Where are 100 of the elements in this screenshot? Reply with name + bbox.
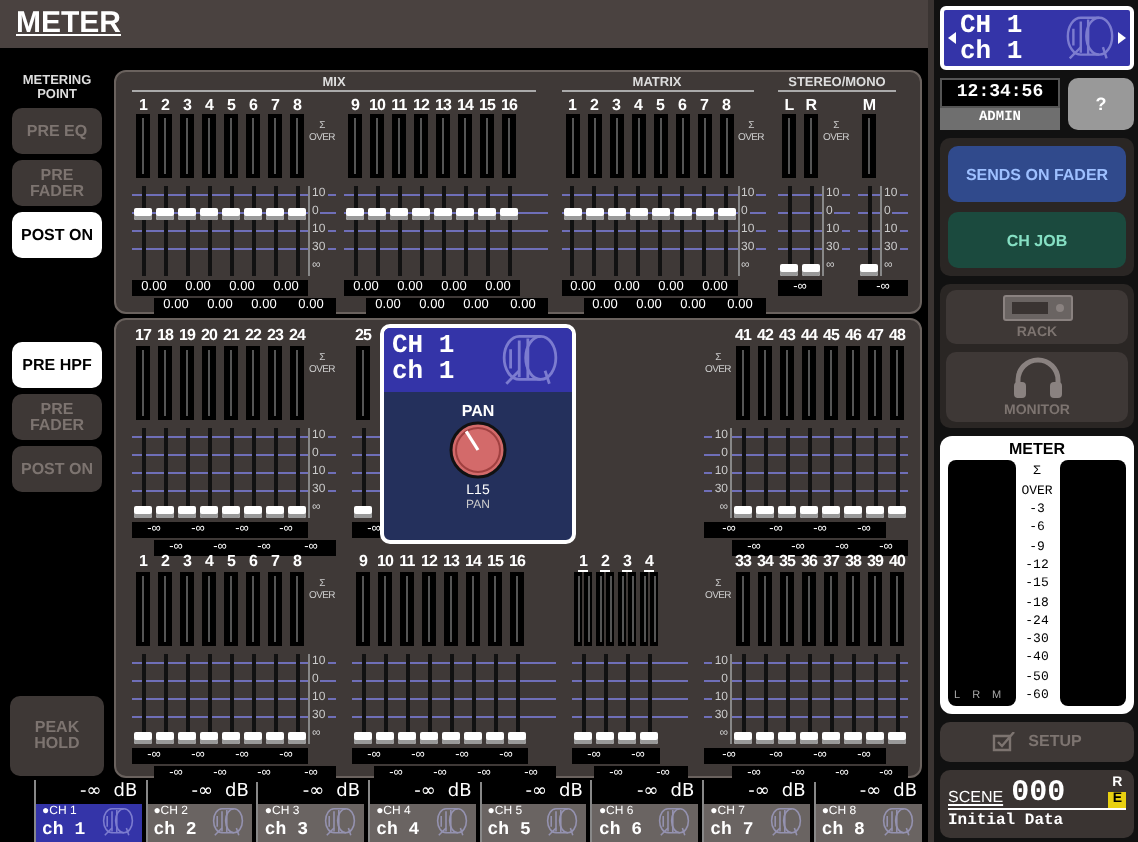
fader-knob[interactable]	[456, 207, 474, 220]
metering-point-button[interactable]: PRE HPF	[12, 342, 102, 388]
fader-knob[interactable]	[673, 207, 691, 220]
channel-number: 12	[412, 96, 430, 114]
channel-name: ch 1	[960, 38, 1023, 65]
unit-label: dB	[224, 780, 249, 805]
fader-knob[interactable]	[585, 207, 603, 220]
level-meter	[782, 114, 796, 178]
level-meter	[268, 346, 282, 420]
level-meter	[719, 114, 733, 178]
level-meter	[458, 114, 472, 178]
channel-name: ch 5	[487, 820, 531, 841]
channel-display[interactable]: CH 1 ch 1	[940, 6, 1134, 71]
drum-icon	[879, 806, 915, 839]
channel-number: 20	[200, 326, 218, 344]
level-meter	[846, 572, 860, 646]
level-meter	[802, 346, 816, 420]
level-meter	[824, 572, 838, 646]
drum-icon	[544, 806, 581, 839]
fader-knob[interactable]	[266, 207, 284, 220]
level-meter	[400, 572, 414, 646]
channel-number: 13	[442, 552, 460, 570]
level-reading: -∞	[191, 780, 213, 805]
pan-knob[interactable]	[448, 420, 508, 480]
fader-knob[interactable]	[607, 207, 625, 220]
fader-knob[interactable]	[695, 207, 713, 220]
channel-name: ch 7	[710, 820, 754, 841]
level-meter	[348, 114, 362, 178]
channel-number: 39	[866, 552, 884, 570]
channel-number: 14	[464, 552, 482, 570]
fader-knob[interactable]	[134, 207, 152, 220]
level-reading: -∞	[859, 780, 882, 805]
channel-number: 16	[500, 96, 518, 114]
level-reading: -∞	[636, 780, 659, 805]
channel-name: ch 1	[42, 820, 86, 841]
function-button[interactable]: CH JOB	[948, 212, 1126, 269]
level-meter	[246, 114, 260, 178]
previous-channel-icon[interactable]	[948, 32, 956, 45]
fader-knob[interactable]	[200, 207, 218, 220]
function-button[interactable]: SENDS ON FADER	[948, 146, 1126, 203]
unit-label: dB	[447, 780, 472, 805]
channel-number: 7	[699, 96, 709, 114]
fader-knob[interactable]	[244, 207, 262, 220]
channel-number: 43	[778, 326, 796, 344]
level-meter	[890, 572, 904, 646]
channel-number: 4	[633, 96, 643, 114]
parameter-label: PAN	[461, 402, 495, 420]
level-meter	[158, 114, 172, 178]
level-meter	[378, 572, 392, 646]
channel-number: 44	[800, 326, 818, 344]
fader-knob[interactable]	[500, 207, 518, 220]
fader-knob[interactable]	[651, 207, 669, 220]
level-meter	[246, 572, 260, 646]
level-meter	[890, 346, 904, 420]
channel-number: 6	[677, 96, 687, 114]
fader-knob[interactable]	[717, 207, 735, 220]
next-channel-icon[interactable]	[1118, 32, 1126, 45]
channel-number: 36	[800, 552, 818, 570]
level-meter	[804, 114, 818, 178]
fader-knob[interactable]	[412, 207, 430, 220]
level-meter	[158, 346, 172, 420]
channel-number: 13	[434, 96, 452, 114]
fader-knob[interactable]	[346, 207, 364, 220]
channel-number: 16	[508, 552, 526, 570]
level-meter	[268, 572, 282, 646]
level-meter	[502, 114, 516, 178]
fader-knob[interactable]	[563, 207, 581, 220]
channel-number: 5	[226, 96, 236, 114]
fader-knob[interactable]	[478, 207, 496, 220]
fader-knob[interactable]	[434, 207, 452, 220]
metering-point-button[interactable]: POST ON	[12, 212, 102, 258]
channel-number: 19	[178, 326, 196, 344]
fader-knob[interactable]	[368, 207, 386, 220]
channel-number: 34	[756, 552, 774, 570]
channel-number: 3	[182, 96, 192, 114]
fader-knob[interactable]	[178, 207, 196, 220]
level-meter	[736, 346, 750, 420]
channel-number: 40	[888, 552, 906, 570]
channel-number: 35	[778, 552, 796, 570]
level-meter	[780, 572, 794, 646]
fader-knob[interactable]	[288, 207, 306, 220]
level-meter	[180, 114, 194, 178]
channel-number: 9	[358, 552, 368, 570]
channel-number: 45	[822, 326, 840, 344]
channel-number: 4	[204, 552, 214, 570]
level-reading: -∞	[748, 780, 770, 805]
level-meter	[370, 114, 384, 178]
drum-icon	[322, 806, 359, 839]
unit-label: dB	[559, 780, 583, 805]
channel-number: 23	[266, 326, 284, 344]
clock: 12:34:56	[940, 78, 1060, 109]
fader-knob[interactable]	[156, 207, 174, 220]
unit-label: dB	[893, 780, 917, 805]
fader-knob[interactable]	[390, 207, 408, 220]
channel-number: 1	[138, 552, 148, 570]
fader-knob[interactable]	[629, 207, 647, 220]
channel-number: 11	[391, 96, 407, 114]
channel-number: 3	[182, 552, 192, 570]
rack-unit-icon	[1001, 294, 1073, 323]
fader-knob[interactable]	[222, 207, 240, 220]
